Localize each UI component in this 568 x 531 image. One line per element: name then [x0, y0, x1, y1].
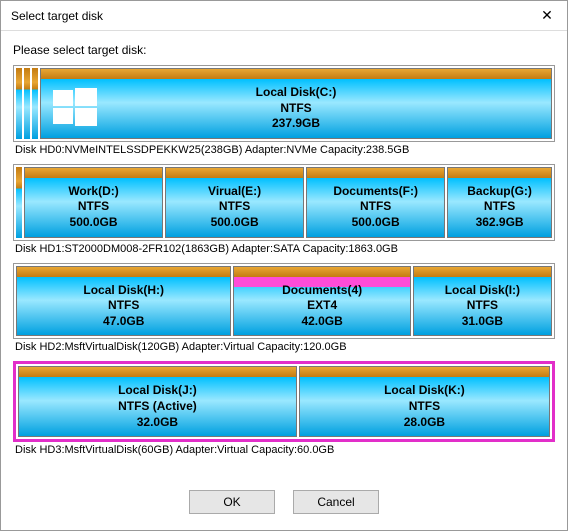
- dialog-body: Please select target disk: Local Disk(C:…: [1, 31, 567, 476]
- partition-body: Local Disk(H:)NTFS 47.0GB: [17, 277, 230, 336]
- partition-name: Virual(E:): [208, 184, 261, 198]
- partition-sliver: [16, 68, 22, 139]
- disk-group[interactable]: Local Disk(C:) NTFS237.9GB: [13, 65, 555, 142]
- partition[interactable]: Work(D:)NTFS 500.0GB: [24, 167, 163, 238]
- partition-fs: EXT4: [307, 298, 337, 312]
- partition-name: Local Disk(H:): [83, 283, 164, 297]
- button-bar: OK Cancel: [1, 476, 567, 530]
- partition[interactable]: Local Disk(J:) NTFS (Active) 32.0GB: [18, 366, 297, 437]
- disk-info: Disk HD0:NVMeINTELSSDPEKKW25(238GB) Adap…: [15, 144, 555, 156]
- partition-fs: NTFS: [484, 199, 515, 213]
- partition-cap: [19, 367, 296, 377]
- partition-cap: [300, 367, 549, 377]
- prompt-text: Please select target disk:: [13, 43, 555, 57]
- partition-name: Backup(G:): [467, 184, 532, 198]
- partition-fs: NTFS: [409, 399, 440, 413]
- partition-label: Local Disk(K:) NTFS 28.0GB: [384, 383, 465, 430]
- partition[interactable]: Local Disk(K:) NTFS 28.0GB: [299, 366, 550, 437]
- partition[interactable]: Local Disk(H:)NTFS 47.0GB: [16, 266, 231, 337]
- partition-size: 47.0GB: [103, 314, 144, 328]
- partition-body: Local Disk(J:) NTFS (Active) 32.0GB: [19, 377, 296, 436]
- partition-name: Local Disk(I:): [445, 283, 520, 297]
- partition-body: Local Disk(C:) NTFS237.9GB: [41, 79, 551, 138]
- partition-size: 31.0GB: [462, 314, 503, 328]
- partition-body: Documents(4)EXT4 42.0GB: [234, 277, 409, 336]
- partition-body: Work(D:)NTFS 500.0GB: [25, 178, 162, 237]
- partition-fs: NTFS (Active): [118, 399, 197, 413]
- disk-info: Disk HD2:MsftVirtualDisk(120GB) Adapter:…: [15, 341, 555, 353]
- partition-size: 237.9GB: [272, 116, 320, 130]
- partition-fs: NTFS: [360, 199, 391, 213]
- partition-sliver: [32, 68, 38, 139]
- partition[interactable]: Local Disk(I:)NTFS 31.0GB: [413, 266, 552, 337]
- partition-cap: [41, 69, 551, 79]
- partition-body: Local Disk(I:)NTFS 31.0GB: [414, 277, 551, 336]
- partition[interactable]: Documents(F:)NTFS 500.0GB: [306, 167, 445, 238]
- partition-cap: [234, 267, 409, 277]
- partition-body: Local Disk(K:) NTFS 28.0GB: [300, 377, 549, 436]
- partition-label: Virual(E:)NTFS 500.0GB: [208, 184, 261, 231]
- partition-size: 32.0GB: [137, 415, 178, 429]
- partition-size: 500.0GB: [70, 215, 118, 229]
- close-button[interactable]: ✕: [527, 1, 567, 31]
- window-title: Select target disk: [11, 9, 527, 23]
- partition-size: 500.0GB: [352, 215, 400, 229]
- partition-label: Backup(G:)NTFS 362.9GB: [467, 184, 532, 231]
- titlebar: Select target disk ✕: [1, 1, 567, 31]
- partition-label: Documents(F:)NTFS 500.0GB: [333, 184, 418, 231]
- partition-size: 362.9GB: [476, 215, 524, 229]
- partition-name: Work(D:): [68, 184, 118, 198]
- partition-sliver: [24, 68, 30, 139]
- partition-body: Virual(E:)NTFS 500.0GB: [166, 178, 303, 237]
- partition[interactable]: Local Disk(C:) NTFS237.9GB: [40, 68, 552, 139]
- partition-size: 28.0GB: [404, 415, 445, 429]
- partition-label: Local Disk(H:)NTFS 47.0GB: [83, 283, 164, 330]
- dialog-window: Select target disk ✕ Please select targe…: [0, 0, 568, 531]
- partition[interactable]: Backup(G:)NTFS 362.9GB: [447, 167, 552, 238]
- disk-group[interactable]: Local Disk(H:)NTFS47.0GBDocuments(4)EXT4…: [13, 263, 555, 340]
- partition-sliver: [16, 167, 22, 238]
- partition-fs: NTFS: [78, 199, 109, 213]
- partition-size: 500.0GB: [211, 215, 259, 229]
- disk-list: Local Disk(C:)NTFS237.9GBDisk HD0:NVMeIN…: [13, 65, 555, 456]
- cancel-button[interactable]: Cancel: [293, 490, 379, 514]
- partition-size: 42.0GB: [301, 314, 342, 328]
- partition[interactable]: Virual(E:)NTFS 500.0GB: [165, 167, 304, 238]
- partition-name: Documents(4): [282, 283, 362, 297]
- disk-group[interactable]: Work(D:)NTFS500.0GBVirual(E:)NTFS500.0GB…: [13, 164, 555, 241]
- disk-info: Disk HD3:MsftVirtualDisk(60GB) Adapter:V…: [15, 444, 555, 456]
- partition-cap: [17, 267, 230, 277]
- partition-label: Local Disk(J:) NTFS (Active) 32.0GB: [118, 383, 197, 430]
- partition-name: Local Disk(K:): [384, 383, 465, 397]
- partition-fs: NTFS: [280, 101, 311, 115]
- partition-body: Documents(F:)NTFS 500.0GB: [307, 178, 444, 237]
- disk-group[interactable]: Local Disk(J:)NTFS (Active)32.0GBLocal D…: [13, 361, 555, 442]
- partition-cap: [414, 267, 551, 277]
- partition-cap: [166, 168, 303, 178]
- disk-info: Disk HD1:ST2000DM008-2FR102(1863GB) Adap…: [15, 243, 555, 255]
- partition[interactable]: Documents(4)EXT4 42.0GB: [233, 266, 410, 337]
- partition-name: Local Disk(J:): [118, 383, 197, 397]
- partition-cap: [307, 168, 444, 178]
- partition-name: Local Disk(C:): [256, 85, 337, 99]
- partition-label: Local Disk(C:) NTFS237.9GB: [256, 85, 337, 132]
- partition-label: Documents(4)EXT4 42.0GB: [282, 283, 362, 330]
- partition-fs: NTFS: [108, 298, 139, 312]
- partition-label: Work(D:)NTFS 500.0GB: [68, 184, 118, 231]
- partition-cap: [448, 168, 551, 178]
- ok-button[interactable]: OK: [189, 490, 275, 514]
- partition-fs: NTFS: [467, 298, 498, 312]
- partition-cap: [25, 168, 162, 178]
- windows-logo-icon: [51, 84, 99, 132]
- partition-fs: NTFS: [219, 199, 250, 213]
- partition-name: Documents(F:): [333, 184, 418, 198]
- partition-label: Local Disk(I:)NTFS 31.0GB: [445, 283, 520, 330]
- partition-body: Backup(G:)NTFS 362.9GB: [448, 178, 551, 237]
